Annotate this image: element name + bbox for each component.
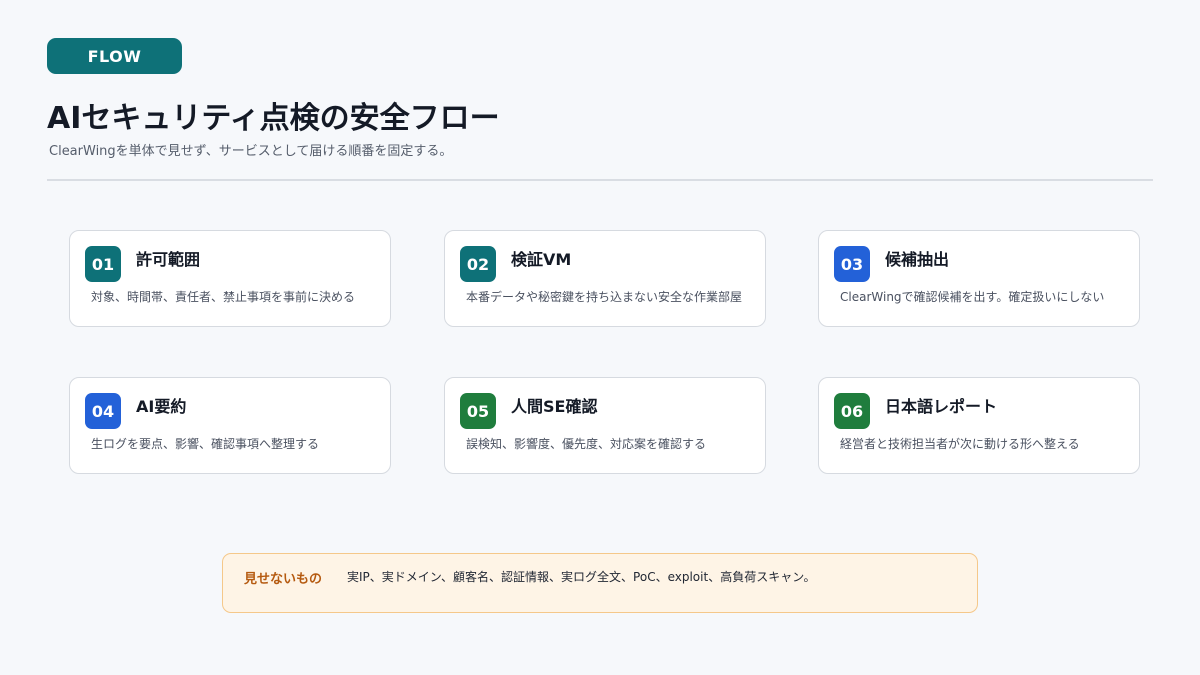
step-title: AI要約 (136, 397, 187, 416)
note-text: 実IP、実ドメイン、顧客名、認証情報、実ログ全文、PoC、exploit、高負荷… (347, 570, 816, 584)
divider (47, 179, 1153, 181)
step-number: 03 (834, 246, 870, 282)
step-description: 対象、時間帯、責任者、禁止事項を事前に決める (91, 290, 356, 304)
step-description: 生ログを要点、影響、確認事項へ整理する (91, 437, 320, 451)
step-card-01: 01 許可範囲 対象、時間帯、責任者、禁止事項を事前に決める (69, 230, 391, 327)
step-title: 人間SE確認 (511, 397, 598, 416)
step-card-06: 06 日本語レポート 経営者と技術担当者が次に動ける形へ整える (818, 377, 1140, 474)
page-title: AIセキュリティ点検の安全フロー (47, 101, 500, 136)
step-title: 日本語レポート (885, 397, 998, 416)
step-card-03: 03 候補抽出 ClearWingで確認候補を出す。確定扱いにしない (818, 230, 1140, 327)
step-number: 05 (460, 393, 496, 429)
step-number: 02 (460, 246, 496, 282)
step-description: 本番データや秘密鍵を持ち込まない安全な作業部屋 (466, 290, 743, 304)
exclusion-note: 見せないもの 実IP、実ドメイン、顧客名、認証情報、実ログ全文、PoC、expl… (222, 553, 978, 613)
step-title: 許可範囲 (136, 250, 201, 269)
step-title: 検証VM (511, 250, 572, 269)
slide: FLOW AIセキュリティ点検の安全フロー ClearWingを単体で見せず、サ… (0, 0, 1200, 675)
note-label: 見せないもの (244, 572, 323, 587)
step-number: 01 (85, 246, 121, 282)
step-description: 経営者と技術担当者が次に動ける形へ整える (840, 437, 1080, 451)
page-subtitle: ClearWingを単体で見せず、サービスとして届ける順番を固定する。 (49, 144, 453, 159)
step-title: 候補抽出 (885, 250, 950, 269)
step-number: 06 (834, 393, 870, 429)
step-card-02: 02 検証VM 本番データや秘密鍵を持ち込まない安全な作業部屋 (444, 230, 766, 327)
flow-badge: FLOW (47, 38, 182, 74)
step-number: 04 (85, 393, 121, 429)
step-description: 誤検知、影響度、優先度、対応案を確認する (466, 437, 707, 451)
step-card-04: 04 AI要約 生ログを要点、影響、確認事項へ整理する (69, 377, 391, 474)
step-description: ClearWingで確認候補を出す。確定扱いにしない (840, 290, 1105, 304)
step-card-05: 05 人間SE確認 誤検知、影響度、優先度、対応案を確認する (444, 377, 766, 474)
